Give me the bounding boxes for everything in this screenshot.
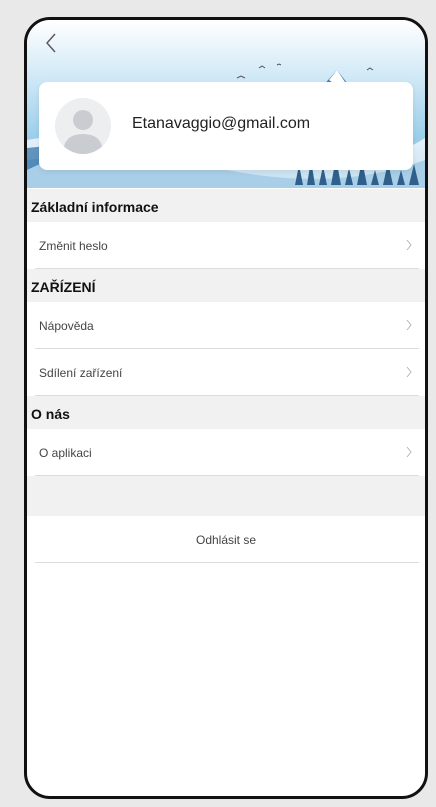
chevron-right-icon <box>406 446 412 458</box>
list-item-label: O aplikaci <box>39 446 92 460</box>
list-item-about-app[interactable]: O aplikaci <box>27 429 425 476</box>
back-button[interactable] <box>45 32 73 62</box>
chevron-left-icon <box>46 33 56 53</box>
profile-card[interactable]: Etanavaggio@gmail.com <box>39 82 413 170</box>
section-header-devices: ZAŘÍZENÍ <box>27 269 425 302</box>
section-header-about-us: O nás <box>27 396 425 429</box>
list-item-device-sharing[interactable]: Sdílení zařízení <box>27 349 425 396</box>
header-banner: Etanavaggio@gmail.com <box>27 20 425 188</box>
list-item-label: Nápověda <box>39 319 94 333</box>
list-item-label: Sdílení zařízení <box>39 366 123 380</box>
chevron-right-icon <box>406 319 412 331</box>
settings-list: Základní informace Změnit heslo ZAŘÍZENÍ… <box>27 189 425 563</box>
user-email: Etanavaggio@gmail.com <box>132 115 311 132</box>
user-avatar-icon <box>55 98 111 154</box>
chevron-right-icon <box>406 239 412 251</box>
list-item-change-password[interactable]: Změnit heslo <box>27 222 425 269</box>
list-item-help[interactable]: Nápověda <box>27 302 425 349</box>
logout-label: Odhlásit se <box>195 533 257 547</box>
logout-button[interactable]: Odhlásit se <box>27 516 425 563</box>
chevron-right-icon <box>406 366 412 378</box>
phone-frame: Etanavaggio@gmail.com Základní informace… <box>24 17 428 799</box>
section-spacer <box>27 476 425 516</box>
list-item-label: Změnit heslo <box>39 239 108 253</box>
section-header-basic-info: Základní informace <box>27 189 425 222</box>
